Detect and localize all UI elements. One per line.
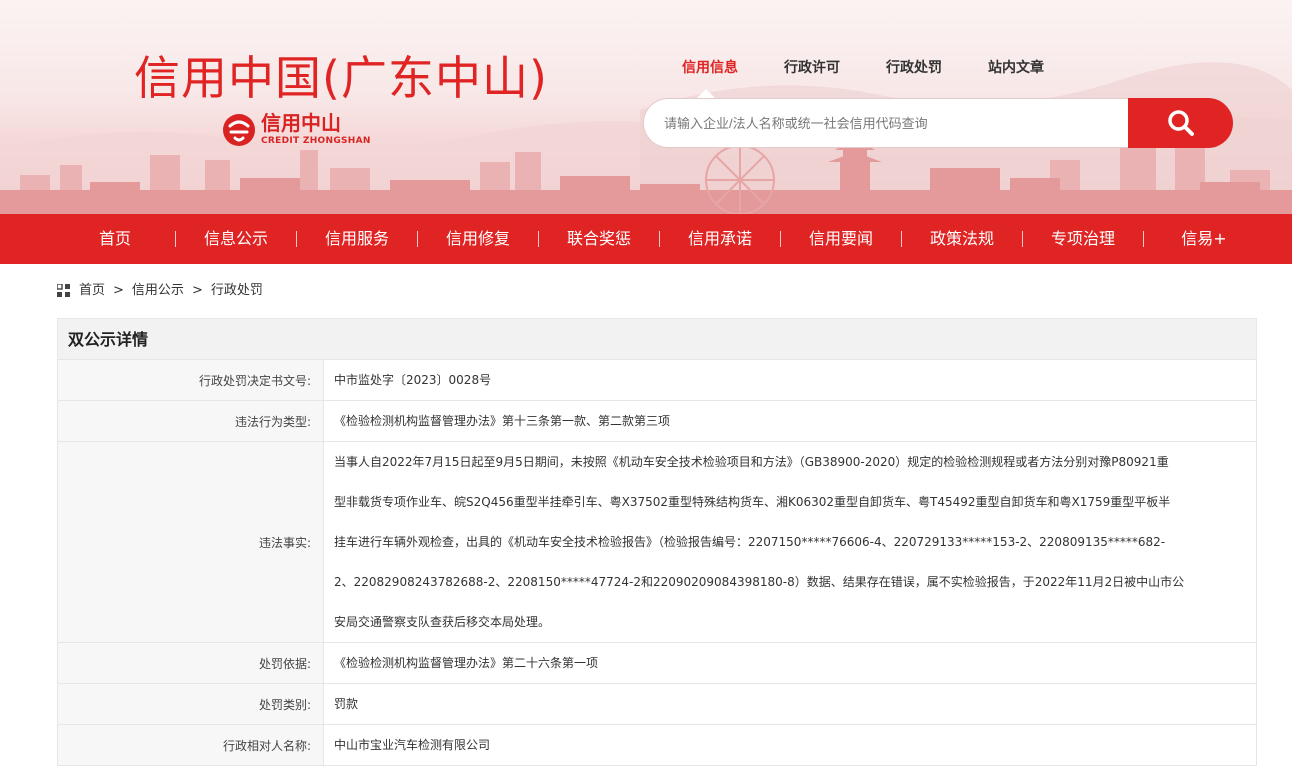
breadcrumb-admin-penalty[interactable]: 行政处罚 xyxy=(211,282,263,300)
search-button[interactable] xyxy=(1128,98,1233,148)
table-row: 行政相对人名称: 中山市宝业汽车检测有限公司 xyxy=(57,724,1257,766)
row-value-party-name: 中山市宝业汽车检测有限公司 xyxy=(323,724,1257,766)
logo-english-text: CREDIT ZHONGSHAN xyxy=(261,136,371,146)
row-value-penalty-basis: 《检验检测机构监督管理办法》第二十六条第一项 xyxy=(323,642,1257,684)
row-label-violation-type: 违法行为类型: xyxy=(57,400,324,442)
facts-line: 2、22082908243782688-2、2208150*****47724-… xyxy=(334,575,1185,589)
main-nav: 首页 信息公示 信用服务 信用修复 联合奖惩 信用承诺 信用要闻 政策法规 专项… xyxy=(0,214,1292,264)
credit-logo-icon xyxy=(223,114,255,146)
panel-title: 双公示详情 xyxy=(57,318,1257,359)
nav-credit-service[interactable]: 信用服务 xyxy=(297,214,417,264)
nav-info-publicity[interactable]: 信息公示 xyxy=(176,214,296,264)
site-title: 信用中国(广东中山) xyxy=(134,51,548,105)
credit-zhongshan-logo[interactable]: 信用中山 CREDIT ZHONGSHAN xyxy=(221,110,381,152)
nav-policy-regulation[interactable]: 政策法规 xyxy=(902,214,1022,264)
breadcrumb-credit-publicity[interactable]: 信用公示 xyxy=(132,282,184,300)
grid-icon xyxy=(57,284,70,297)
logo-chinese-text: 信用中山 xyxy=(261,111,341,135)
row-label-violation-facts: 违法事实: xyxy=(57,441,324,643)
search-icon xyxy=(1167,110,1194,136)
facts-line: 挂车进行车辆外观检查，出具的《机动车安全技术检验报告》（检验报告编号：22071… xyxy=(334,535,1166,549)
table-row: 违法事实: 当事人自2022年7月15日起至9月5日期间，未按照《机动车安全技术… xyxy=(57,441,1257,643)
row-label-penalty-basis: 处罚依据: xyxy=(57,642,324,684)
row-label-penalty-category: 处罚类别: xyxy=(57,683,324,725)
search-box xyxy=(643,89,1233,148)
top-nav-site-articles[interactable]: 站内文章 xyxy=(988,58,1044,78)
nav-credit-commitment[interactable]: 信用承诺 xyxy=(660,214,780,264)
breadcrumb-separator: > xyxy=(113,283,124,298)
nav-joint-reward-punish[interactable]: 联合奖惩 xyxy=(539,214,659,264)
table-row: 处罚依据: 《检验检测机构监督管理办法》第二十六条第一项 xyxy=(57,642,1257,684)
detail-panel: 双公示详情 行政处罚决定书文号: 中市监处字〔2023〕0028号 违法行为类型… xyxy=(57,318,1257,766)
row-label-decision-number: 行政处罚决定书文号: xyxy=(57,359,324,401)
nav-credit-repair[interactable]: 信用修复 xyxy=(418,214,538,264)
facts-line: 型非载货专项作业车、皖S2Q456重型半挂牵引车、粤X37502重型特殊结构货车… xyxy=(334,495,1171,509)
table-row: 处罚类别: 罚款 xyxy=(57,683,1257,725)
row-value-penalty-category: 罚款 xyxy=(323,683,1257,725)
nav-home[interactable]: 首页 xyxy=(55,214,175,264)
nav-special-governance[interactable]: 专项治理 xyxy=(1023,214,1143,264)
facts-line: 当事人自2022年7月15日起至9月5日期间，未按照《机动车安全技术检验项目和方… xyxy=(334,455,1169,469)
facts-line: 安局交通警察支队查获后移交本局处理。 xyxy=(334,615,551,629)
top-nav-credit-info[interactable]: 信用信息 xyxy=(682,58,738,78)
top-nav-admin-license[interactable]: 行政许可 xyxy=(784,58,840,78)
detail-table: 行政处罚决定书文号: 中市监处字〔2023〕0028号 违法行为类型: 《检验检… xyxy=(57,359,1257,766)
top-nav: 信用信息 行政许可 行政处罚 站内文章 xyxy=(682,58,1090,78)
row-value-decision-number: 中市监处字〔2023〕0028号 xyxy=(323,359,1257,401)
search-pointer-notch xyxy=(697,89,715,98)
breadcrumb-separator: > xyxy=(191,283,203,298)
row-value-violation-type: 《检验检测机构监督管理办法》第十三条第一款、第二款第三项 xyxy=(323,400,1257,442)
header-banner: 信用中国(广东中山) 信用中山 CREDIT ZHONGSHAN 信用信息 行政… xyxy=(0,0,1292,214)
nav-credit-news[interactable]: 信用要闻 xyxy=(781,214,901,264)
top-nav-admin-penalty[interactable]: 行政处罚 xyxy=(886,58,942,78)
search-input[interactable] xyxy=(643,98,1129,148)
breadcrumb-home[interactable]: 首页 xyxy=(79,282,105,300)
row-label-party-name: 行政相对人名称: xyxy=(57,724,324,766)
nav-xinyi-plus[interactable]: 信易+ xyxy=(1144,214,1264,264)
table-row: 行政处罚决定书文号: 中市监处字〔2023〕0028号 xyxy=(57,359,1257,401)
breadcrumb: 首页 > 信用公示 > 行政处罚 xyxy=(57,282,263,300)
table-row: 违法行为类型: 《检验检测机构监督管理办法》第十三条第一款、第二款第三项 xyxy=(57,400,1257,442)
row-value-violation-facts: 当事人自2022年7月15日起至9月5日期间，未按照《机动车安全技术检验项目和方… xyxy=(323,441,1257,643)
